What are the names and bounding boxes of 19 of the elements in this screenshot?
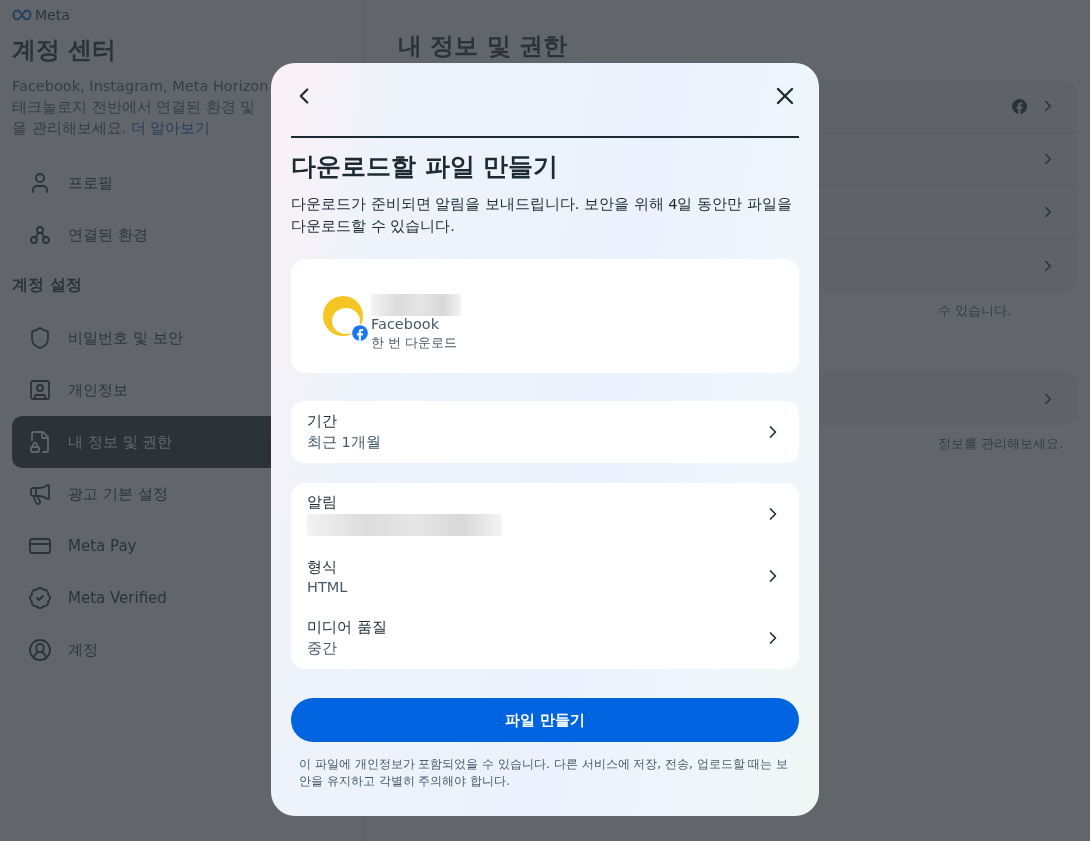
dialog-title: 다운로드할 파일 만들기 — [291, 151, 560, 183]
option-label: 알림 — [307, 492, 338, 512]
option-value: 중간 — [307, 639, 338, 658]
avatar — [321, 294, 365, 338]
platform-name: Facebook — [371, 316, 441, 332]
option-value: 최근 1개월 — [307, 433, 382, 452]
option-row[interactable]: 형식 HTML — [291, 545, 799, 607]
option-value: HTML — [307, 578, 349, 595]
option-row[interactable]: 미디어 품질 중간 — [291, 607, 799, 669]
option-row[interactable]: 알림 — [291, 483, 799, 545]
facebook-icon — [351, 324, 369, 342]
option-label: 미디어 품질 — [307, 618, 388, 637]
option-label: 형식 — [307, 557, 338, 577]
create-file-button[interactable]: 파일 만들기 — [291, 698, 799, 742]
option-label: 기간 — [307, 412, 338, 431]
option-row[interactable]: 기간 최근 1개월 — [291, 401, 799, 463]
privacy-note: 이 파일에 개인정보가 포함되었을 수 있습니다. 다른 서비스에 저장, 전송, 업로드할 때는 보안을 유지하고 각별히 주의해야 합니다. — [298, 756, 790, 790]
dialog-description: 다운로드가 준비되면 알림을 보내드립니다. 보안을 위해 4일 동안만 파일을 다운로드할 수 있습니다. — [291, 195, 793, 236]
download-mode: 한 번 다운로드 — [371, 334, 459, 352]
